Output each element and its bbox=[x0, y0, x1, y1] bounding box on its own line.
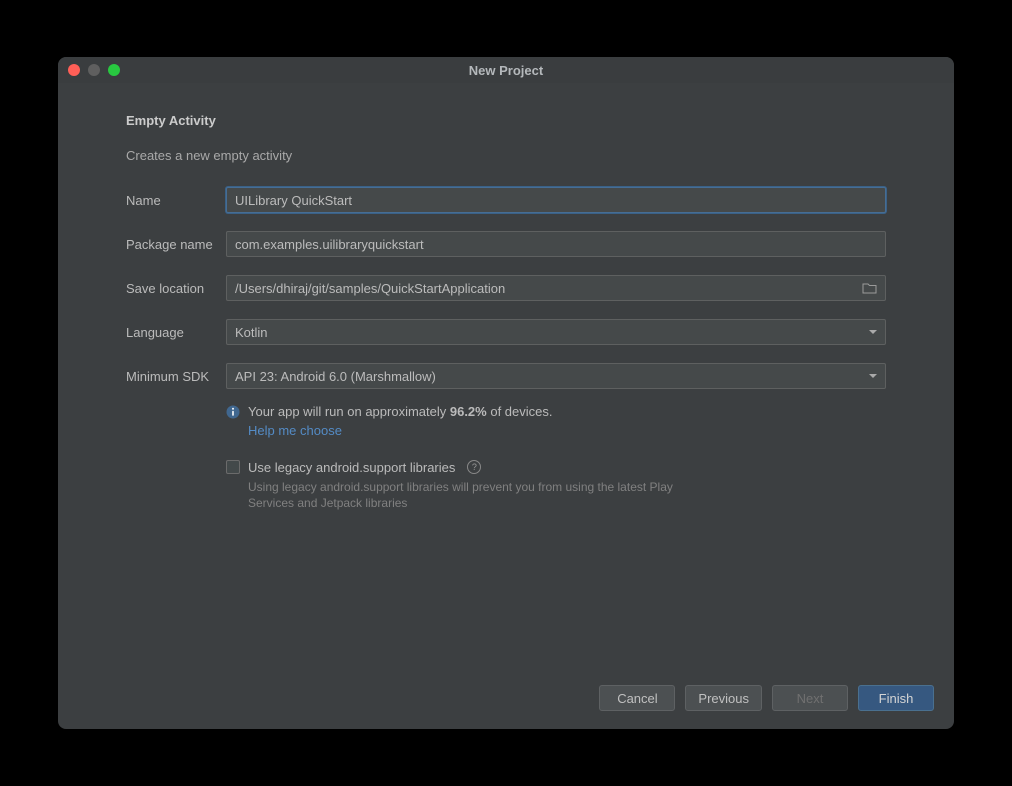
min-sdk-row: Minimum SDK API 23: Android 6.0 (Marshma… bbox=[126, 363, 886, 389]
footer-buttons: Cancel Previous Next Finish bbox=[58, 670, 954, 729]
chevron-down-icon bbox=[869, 374, 877, 379]
maximize-window-icon[interactable] bbox=[108, 64, 120, 76]
folder-browse-icon[interactable] bbox=[862, 282, 877, 294]
cancel-button[interactable]: Cancel bbox=[599, 685, 675, 711]
language-value: Kotlin bbox=[235, 325, 268, 340]
package-input[interactable] bbox=[235, 237, 877, 252]
info-icon bbox=[226, 405, 240, 419]
new-project-window: New Project Empty Activity Creates a new… bbox=[58, 57, 954, 729]
name-input[interactable] bbox=[235, 193, 877, 208]
package-row: Package name bbox=[126, 231, 886, 257]
page-heading: Empty Activity bbox=[126, 113, 886, 128]
name-field-wrapper bbox=[226, 187, 886, 213]
coverage-percent: 96.2% bbox=[450, 404, 487, 419]
legacy-checkbox-label: Use legacy android.support libraries bbox=[248, 460, 455, 475]
window-title: New Project bbox=[58, 63, 954, 78]
titlebar: New Project bbox=[58, 57, 954, 83]
language-select[interactable]: Kotlin bbox=[226, 319, 886, 345]
save-location-input[interactable] bbox=[235, 281, 856, 296]
legacy-checkbox-row: Use legacy android.support libraries ? bbox=[226, 460, 886, 475]
save-location-field-wrapper bbox=[226, 275, 886, 301]
min-sdk-select[interactable]: API 23: Android 6.0 (Marshmallow) bbox=[226, 363, 886, 389]
minimize-window-icon[interactable] bbox=[88, 64, 100, 76]
save-location-label: Save location bbox=[126, 281, 226, 296]
finish-button[interactable]: Finish bbox=[858, 685, 934, 711]
save-location-row: Save location bbox=[126, 275, 886, 301]
next-button: Next bbox=[772, 685, 848, 711]
name-row: Name bbox=[126, 187, 886, 213]
device-coverage-text: Your app will run on approximately 96.2%… bbox=[248, 403, 553, 442]
min-sdk-label: Minimum SDK bbox=[126, 369, 226, 384]
traffic-lights bbox=[68, 64, 120, 76]
language-row: Language Kotlin bbox=[126, 319, 886, 345]
help-me-choose-link[interactable]: Help me choose bbox=[248, 423, 342, 438]
package-field-wrapper bbox=[226, 231, 886, 257]
device-coverage-info: Your app will run on approximately 96.2%… bbox=[226, 403, 886, 442]
language-label: Language bbox=[126, 325, 226, 340]
legacy-checkbox[interactable] bbox=[226, 460, 240, 474]
legacy-support-block: Use legacy android.support libraries ? U… bbox=[226, 460, 886, 511]
previous-button[interactable]: Previous bbox=[685, 685, 762, 711]
help-icon[interactable]: ? bbox=[467, 460, 481, 474]
close-window-icon[interactable] bbox=[68, 64, 80, 76]
min-sdk-value: API 23: Android 6.0 (Marshmallow) bbox=[235, 369, 436, 384]
chevron-down-icon bbox=[869, 330, 877, 335]
package-label: Package name bbox=[126, 237, 226, 252]
legacy-description: Using legacy android.support libraries w… bbox=[248, 479, 688, 511]
content-area: Empty Activity Creates a new empty activ… bbox=[58, 83, 954, 670]
name-label: Name bbox=[126, 193, 226, 208]
page-subheading: Creates a new empty activity bbox=[126, 148, 886, 163]
